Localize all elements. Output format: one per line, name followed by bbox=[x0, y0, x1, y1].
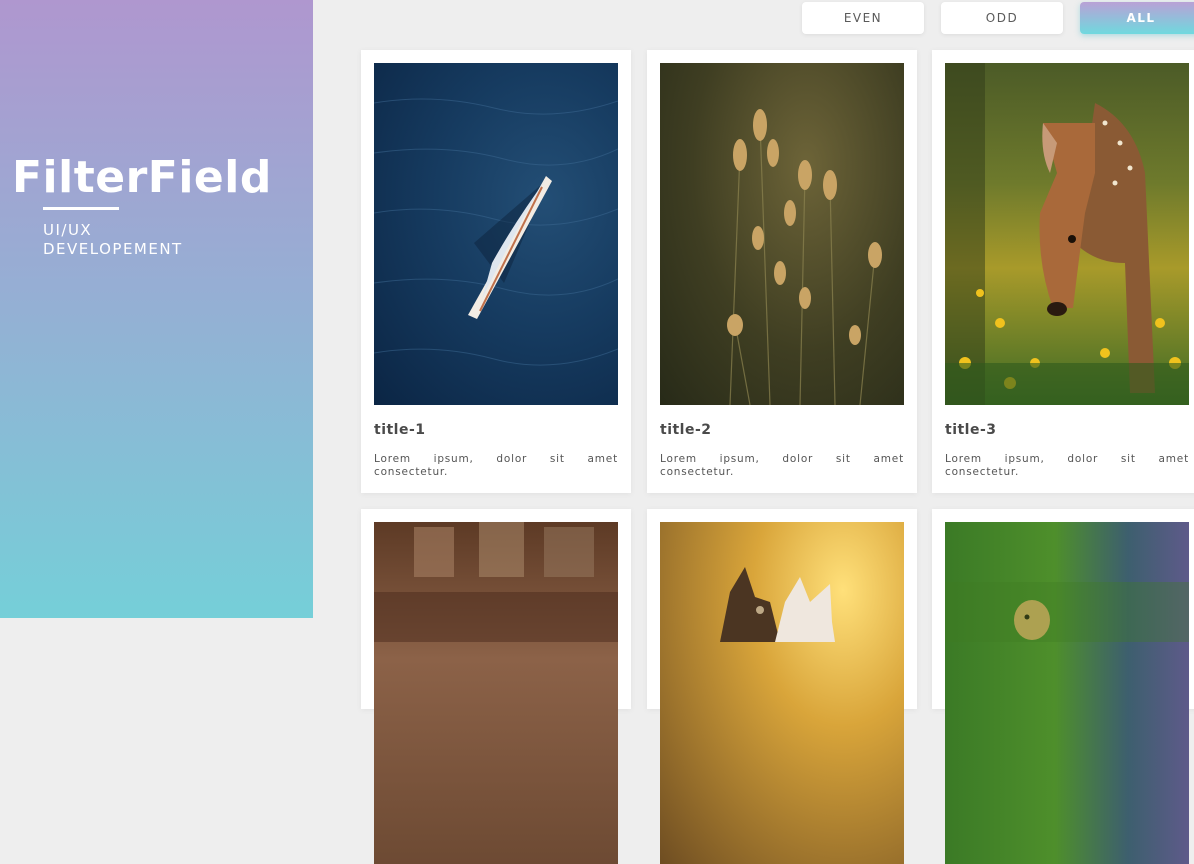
card-image-sailboat bbox=[374, 63, 618, 405]
gallery-card[interactable] bbox=[647, 509, 917, 864]
gallery-card[interactable]: title-3 Lorem ipsum, dolor sit amet cons… bbox=[932, 50, 1194, 493]
card-image-duckling bbox=[945, 522, 1189, 864]
filter-odd-button[interactable]: ODD bbox=[941, 2, 1063, 34]
filter-bar: EVEN ODD ALL bbox=[802, 2, 1194, 34]
gallery-card[interactable]: title-2 Lorem ipsum, dolor sit amet cons… bbox=[647, 50, 917, 493]
card-description: Lorem ipsum, dolor sit amet consectetur. bbox=[374, 453, 618, 478]
card-title: title-3 bbox=[945, 422, 997, 438]
gallery-card[interactable] bbox=[932, 509, 1194, 864]
filter-all-button[interactable]: ALL bbox=[1080, 2, 1194, 34]
tagline-line-2: DEVELOPEMENT bbox=[43, 240, 183, 258]
tagline-line-1: UI/UX bbox=[43, 221, 93, 239]
card-image-grass bbox=[660, 63, 904, 405]
tagline: UI/UX DEVELOPEMENT bbox=[43, 221, 183, 259]
brand-underline bbox=[43, 207, 119, 210]
gallery-card[interactable] bbox=[361, 509, 631, 864]
brand-title: FilterField bbox=[12, 152, 272, 203]
gallery-card[interactable]: title-1 Lorem ipsum, dolor sit amet cons… bbox=[361, 50, 631, 493]
card-image-kittens bbox=[660, 522, 904, 864]
card-description: Lorem ipsum, dolor sit amet consectetur. bbox=[945, 453, 1189, 478]
card-image-blurred-building bbox=[374, 522, 618, 864]
card-title: title-1 bbox=[374, 422, 426, 438]
filter-even-button[interactable]: EVEN bbox=[802, 2, 924, 34]
card-image-fawn bbox=[945, 63, 1189, 405]
card-description: Lorem ipsum, dolor sit amet consectetur. bbox=[660, 453, 904, 478]
sidebar: FilterField UI/UX DEVELOPEMENT bbox=[0, 0, 313, 618]
card-title: title-2 bbox=[660, 422, 712, 438]
